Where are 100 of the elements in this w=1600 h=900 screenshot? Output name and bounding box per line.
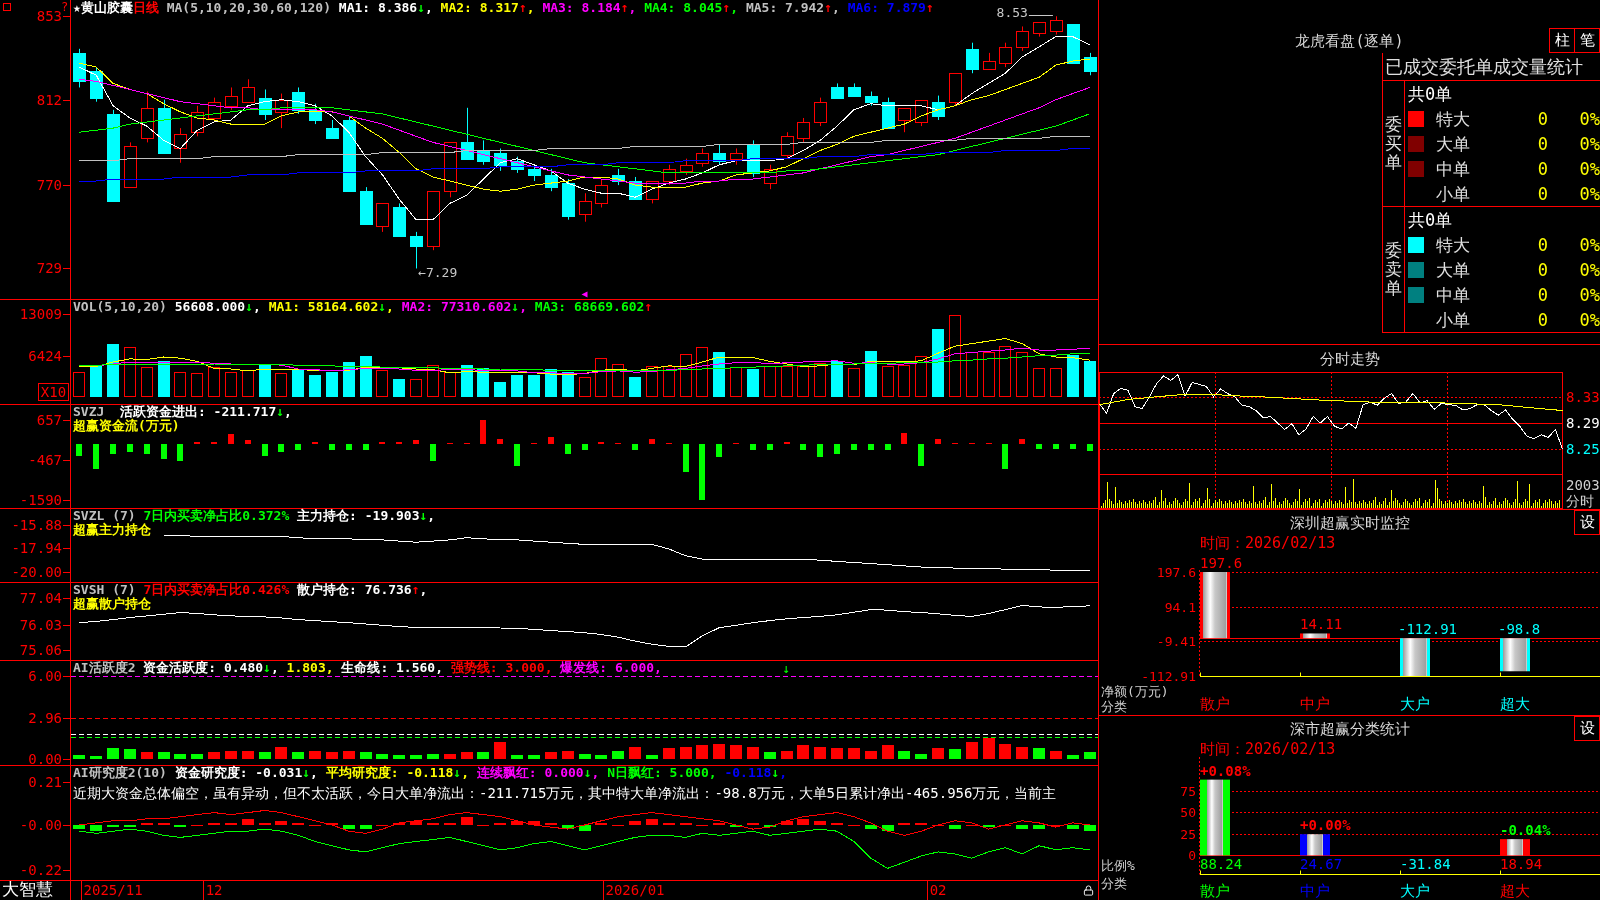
candlestick <box>141 91 154 143</box>
order-count: 0 <box>1537 158 1548 179</box>
category-bar <box>1300 633 1330 639</box>
help-mark: ? <box>61 0 69 14</box>
axis-label: 25 <box>1180 826 1196 842</box>
candlestick <box>932 95 945 121</box>
annotation: 8.53 <box>996 5 1028 21</box>
indicator-legend: SVSH (7) 7日内买卖净占比0.426% 散户持仓: 76.736↑, <box>73 583 428 597</box>
axis-label: -9.41 <box>1156 634 1196 650</box>
axis-label: 94.1 <box>1164 599 1196 615</box>
order-size-label: 大单 <box>1436 259 1470 280</box>
axis-title: 分类 <box>1101 699 1127 714</box>
view-toggle-button[interactable]: 柱 <box>1549 28 1575 53</box>
axis-label: 770 <box>36 177 62 194</box>
candlestick <box>158 99 171 154</box>
candlestick <box>1084 52 1097 76</box>
date-label: 02 <box>929 882 947 898</box>
candlestick <box>1016 25 1029 52</box>
settings-button[interactable]: 设 <box>1574 716 1600 741</box>
axis-label: 0.21 <box>28 773 62 790</box>
panel-title: 深圳超赢实时监控 <box>1289 513 1410 532</box>
view-toggle-button[interactable]: 笔 <box>1574 28 1600 53</box>
candlestick <box>124 141 137 188</box>
date-label: 12 <box>205 882 223 898</box>
volume-scale-label: 2003 <box>1566 477 1600 493</box>
candlestick <box>781 131 794 160</box>
axis-label: 76.03 <box>19 616 62 633</box>
candlestick <box>1033 22 1046 38</box>
high-price-label: 8.53 <box>996 5 1054 21</box>
axis-label: 8.25 <box>1566 441 1600 458</box>
settings-button[interactable]: 设 <box>1574 510 1600 535</box>
change-label: +0.00% <box>1300 817 1351 834</box>
period-label: 分时 <box>1566 493 1594 509</box>
candlestick <box>915 100 928 127</box>
candlestick <box>225 86 238 111</box>
axis-title: 比例% <box>1101 858 1135 873</box>
bar-value-label: -112.91 <box>1398 621 1457 638</box>
candlestick <box>410 231 423 269</box>
order-size-label: 小单 <box>1436 183 1470 204</box>
candlestick <box>242 78 255 103</box>
axis-label: 13009 <box>19 306 62 323</box>
axis-label: -1590 <box>19 492 62 508</box>
axis-title: 分类 <box>1101 876 1127 891</box>
axis-label: -15.88 <box>11 517 62 534</box>
axis-label: 8.33 <box>1566 388 1600 405</box>
category-bar <box>1400 638 1430 676</box>
bar-value-label: 88.24 <box>1200 856 1243 873</box>
axis-label: 197.6 <box>1156 565 1196 580</box>
axis-label: 75 <box>1180 784 1196 799</box>
order-percent: 0% <box>1579 183 1600 204</box>
candlestick <box>696 148 709 168</box>
group-label: 委买单 <box>1385 115 1402 172</box>
signal-marker: ◀ <box>581 288 588 299</box>
axis-label: -0.00 <box>19 817 62 833</box>
bar-value-label: 18.94 <box>1500 856 1543 873</box>
candlestick <box>275 93 288 129</box>
order-size-label: 小单 <box>1436 309 1470 330</box>
axis-label: 729 <box>36 260 62 277</box>
indicator-legend: ★黄山胶囊日线 MA(5,10,20,30,60,120) MA1: 8.386↓, MA2: 8.317↑, MA3: 8.184↑, MA4: 8.045↑, MA5: 7.942↑, MA6: 7.879↑ <box>73 1 934 15</box>
bar-value-label: 197.6 <box>1200 555 1243 571</box>
bar-value-label: 24.67 <box>1300 856 1343 873</box>
order-count: 0 <box>1537 259 1548 280</box>
candlestick <box>511 156 524 174</box>
axis-label: -20.00 <box>11 563 62 580</box>
order-size-label: 特大 <box>1436 234 1470 255</box>
signal-marker: ↓ <box>782 661 791 676</box>
category-label: 散户 <box>1200 882 1230 900</box>
order-count: 0 <box>1537 133 1548 154</box>
candlestick <box>427 191 440 251</box>
candlestick <box>477 139 490 166</box>
indicator-legend: VOL(5,10,20) 56608.000↓, MA1: 58164.602↓, MA2: 77310.602↓, MA3: 68669.602↑ <box>73 300 653 314</box>
candlestick <box>545 168 558 192</box>
candlestick <box>797 117 810 143</box>
category-label: 中户 <box>1300 882 1330 900</box>
candlestick <box>444 142 457 198</box>
candlestick <box>814 97 827 127</box>
order-size-label: 中单 <box>1436 284 1470 305</box>
axis-label: 6.00 <box>28 668 62 685</box>
candlestick <box>376 203 389 233</box>
category-label: 大户 <box>1400 882 1430 900</box>
order-size-label: 特大 <box>1436 108 1470 129</box>
date-label: 2026/01 <box>605 882 665 898</box>
candlestick <box>595 178 608 208</box>
candlestick <box>1050 15 1063 36</box>
bar-value-label: 14.11 <box>1300 616 1343 633</box>
indicator-legend: AI活跃度2 资金活跃度: 0.480↓, 1.803, 生命线: 1.560, 强势线: 3.000, 爆发线: 6.000, <box>73 661 662 675</box>
category-label: 超大 <box>1500 882 1530 900</box>
candlestick <box>292 86 305 115</box>
indicator-legend: 超赢主力持仓 <box>73 523 151 537</box>
time-label: 时间：2026/02/13 <box>1200 741 1336 757</box>
candlestick <box>1067 24 1080 64</box>
candlestick <box>73 48 86 88</box>
axis-label: -112.91 <box>1141 669 1196 684</box>
axis-title: 净额(万元) <box>1101 684 1169 699</box>
analysis-text: 近期大资金总体偏空，虽有异动，但不太活跃，今日大单净流出：-211.715万元，其中特大单净流出：-98.8万元，大单5日累计净出-465.956万元，当前主 <box>73 785 1057 801</box>
order-count: 0 <box>1537 108 1548 129</box>
low-price-label: ←7.29 <box>418 265 458 281</box>
date-label: 2025/11 <box>83 882 143 898</box>
axis-label: -17.94 <box>11 540 62 557</box>
candlestick <box>865 91 878 107</box>
